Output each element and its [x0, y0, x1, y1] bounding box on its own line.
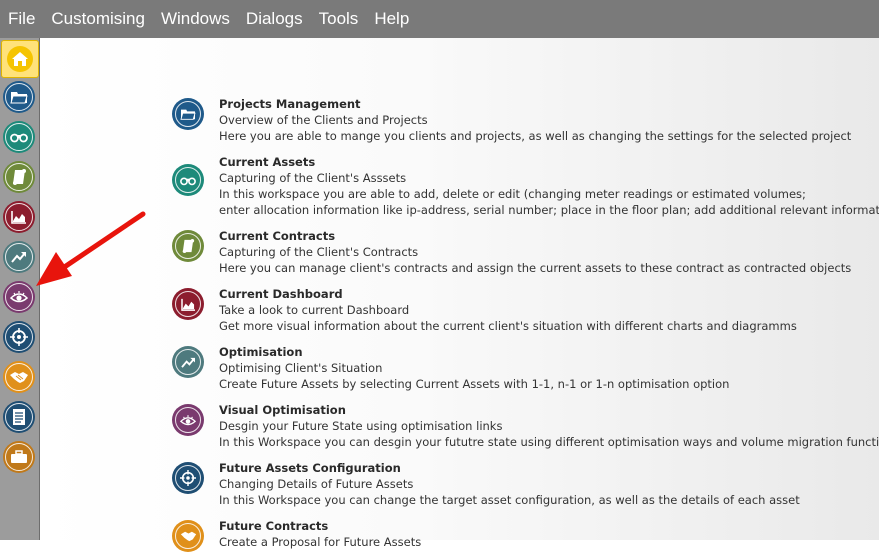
workspace-icon [172, 98, 204, 130]
menu-tools[interactable]: Tools [311, 0, 367, 38]
workspace-description: Here you can manage client's contracts a… [219, 261, 852, 275]
workspace-title[interactable]: Visual Optimisation [219, 402, 879, 418]
menu-windows[interactable]: Windows [153, 0, 238, 38]
target-icon [180, 470, 196, 486]
eye-icon [10, 291, 28, 303]
workspace-icon [172, 462, 204, 494]
workspace-title[interactable]: Current Assets [219, 154, 879, 170]
document-icon [13, 409, 25, 425]
workspace-title[interactable]: Current Dashboard [219, 286, 797, 302]
workspace-description: Create Future Assets by selecting Curren… [219, 377, 730, 391]
workspace-description: Here you are able to mange you clients a… [219, 129, 852, 143]
menu-file[interactable]: File [0, 0, 43, 38]
workspace-icon [172, 164, 204, 196]
binoculars-icon [180, 176, 196, 185]
workspace-description: enter allocation information like ip-add… [219, 203, 879, 217]
handshake-icon [10, 372, 28, 383]
workspace-icon [172, 404, 204, 436]
folder-icon [180, 109, 196, 120]
start-page: Projects Management Overview of the Clie… [40, 38, 879, 552]
binoculars-icon [10, 133, 28, 143]
scroll-icon [182, 239, 195, 253]
workspace-description: In this Workspace you can change the tar… [219, 493, 800, 507]
sidebar-future-assets-button[interactable] [3, 321, 35, 353]
sidebar-reports-button[interactable] [3, 401, 35, 433]
menu-customising[interactable]: Customising [43, 0, 153, 38]
folder-icon [10, 92, 28, 104]
home-icon [7, 46, 33, 72]
sidebar-optimisation-button[interactable] [3, 241, 35, 273]
menu-bar: File Customising Windows Dialogs Tools H… [0, 0, 879, 38]
workspace-description: In this Workspace you can desgin your fu… [219, 435, 879, 449]
sidebar-future-contracts-button[interactable] [3, 361, 35, 393]
workspace-subtitle: Capturing of the Client's Contracts [219, 245, 419, 259]
workspace-subtitle: Changing Details of Future Assets [219, 477, 414, 491]
trend-icon [11, 252, 26, 263]
sidebar [0, 38, 40, 540]
workspace-icon [172, 288, 204, 320]
sidebar-current-assets-button[interactable] [3, 121, 35, 153]
menu-dialogs[interactable]: Dialogs [238, 0, 311, 38]
workspace-subtitle: Create a Proposal for Future Assets [219, 535, 422, 549]
workspace-subtitle: Optimising Client's Situation [219, 361, 383, 375]
chart-icon [11, 211, 26, 224]
workspace-title[interactable]: Optimisation [219, 344, 729, 360]
menu-help[interactable]: Help [366, 0, 417, 38]
workspace-title[interactable]: Future Assets Configuration [219, 460, 800, 476]
sidebar-home-button[interactable] [1, 40, 39, 78]
workspace-title[interactable]: Future Contracts [219, 518, 421, 534]
workspace-subtitle: Take a look to current Dashboard [219, 303, 410, 317]
sidebar-current-contracts-button[interactable] [3, 161, 35, 193]
sidebar-projects-button[interactable] [3, 81, 35, 113]
workspace-title[interactable]: Projects Management [219, 96, 851, 112]
workspace-icon [172, 346, 204, 378]
workspace-subtitle: Overview of the Clients and Projects [219, 113, 428, 127]
workspace-icon [172, 230, 204, 262]
workspace-subtitle: Capturing of the Client's Asssets [219, 171, 407, 185]
chart-icon [180, 298, 195, 311]
workspace-description: In this workspace you are able to add, d… [219, 187, 806, 201]
scroll-icon [13, 169, 26, 185]
sidebar-visual-optimisation-button[interactable] [3, 281, 35, 313]
sidebar-portfolio-button[interactable] [3, 441, 35, 473]
handshake-icon [180, 531, 196, 542]
workspace-title[interactable]: Current Contracts [219, 228, 851, 244]
eye-icon [180, 414, 196, 425]
trend-icon [180, 357, 195, 368]
target-icon [10, 328, 28, 346]
workspace-subtitle: Desgin your Future State using optimisat… [219, 419, 503, 433]
briefcase-icon [11, 450, 27, 463]
workspace-description: Get more visual information about the cu… [219, 319, 797, 333]
sidebar-current-dashboard-button[interactable] [3, 201, 35, 233]
workspace-icon [172, 520, 204, 552]
